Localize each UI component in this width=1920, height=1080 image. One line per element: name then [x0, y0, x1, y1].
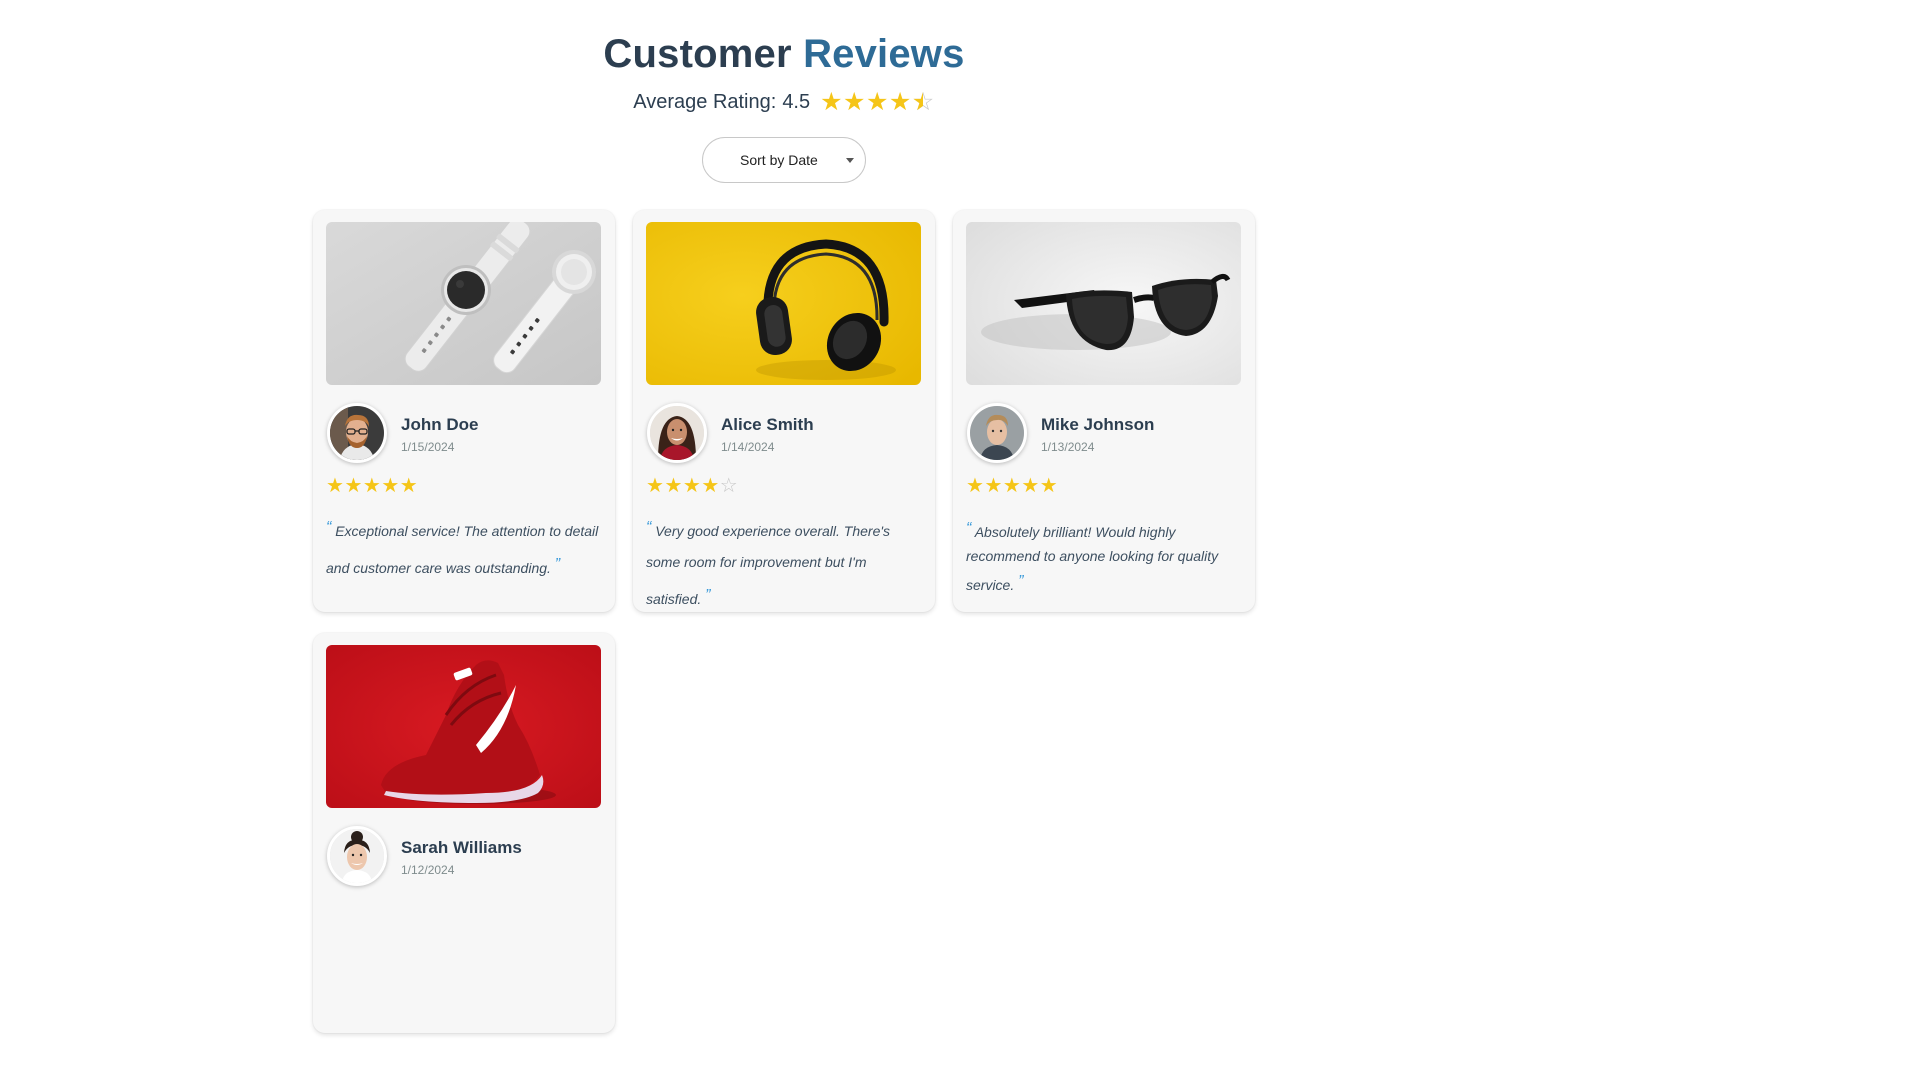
review-date: 1/14/2024 [721, 440, 775, 454]
reviews-page: Customer Reviews Average Rating: 4.5 ★ ★ ★… [0, 0, 1568, 1033]
review-stars: ★ ★ ★ ★ ★ [966, 476, 1058, 496]
close-quote-icon: ” [554, 555, 561, 573]
star-empty-icon: ☆ [719, 475, 738, 497]
review-text: “ Absolutely brilliant! Would highly rec… [966, 515, 1241, 597]
open-quote-icon: “ [646, 519, 652, 536]
review-card: Mike Johnson 1/13/2024 ★ ★ ★ ★ ★ “ Absolutel… [953, 210, 1255, 612]
reviewer-name: Alice Smith [721, 415, 814, 434]
star-filled-icon: ★ [1002, 475, 1021, 497]
avatar [647, 403, 707, 463]
review-date: 1/15/2024 [401, 440, 455, 454]
star-filled-icon: ★ [381, 475, 400, 497]
review-text-body: Very good experience overall. There's so… [646, 523, 891, 607]
star-filled-icon: ★ [843, 88, 866, 116]
star-filled-icon: ★ [399, 475, 418, 497]
star-filled-icon: ★ [646, 475, 664, 497]
review-card: John Doe 1/15/2024 ★ ★ ★ ★ ★ “ Exceptional s… [313, 210, 615, 612]
review-text: “ Very good experience overall. There's … [646, 510, 921, 614]
review-date: 1/13/2024 [1041, 440, 1095, 454]
reviewer-name: Sarah Williams [401, 838, 522, 857]
open-quote-icon: “ [966, 520, 972, 537]
review-stars: ★ ★ ★ ★ ☆ [646, 476, 738, 496]
page-title: Customer Reviews [0, 32, 1568, 77]
sort-select[interactable]: Sort by Date [702, 137, 866, 183]
avatar [967, 403, 1027, 463]
avatar [327, 403, 387, 463]
star-filled-icon: ★ [682, 475, 701, 497]
average-rating: Average Rating: 4.5 ★★★★☆ [0, 88, 1568, 116]
star-filled-icon: ★ [1021, 475, 1040, 497]
average-rating-label: Average Rating: [633, 91, 777, 113]
review-stars: ★ ★ ★ ★ ★ [326, 476, 418, 496]
review-card: Alice Smith 1/14/2024 ★ ★ ★ ★ ☆ “ Very good … [633, 210, 935, 612]
page-title-accent: Reviews [803, 32, 965, 76]
star-filled-icon: ★ [820, 88, 843, 116]
review-text-body: Absolutely brilliant! Would highly recom… [966, 524, 1219, 594]
close-quote-icon: ” [705, 586, 711, 604]
star-filled-icon: ★ [326, 475, 344, 497]
star-filled-icon: ★ [1039, 475, 1058, 497]
star-filled-icon: ★ [664, 475, 683, 497]
close-quote-icon: ” [1018, 573, 1024, 591]
star-filled-icon: ★ [701, 475, 720, 497]
star-filled-icon: ★ [344, 475, 363, 497]
product-image-red-sneaker [326, 645, 601, 808]
review-date: 1/12/2024 [401, 863, 455, 877]
average-rating-value: 4.5 [782, 91, 811, 113]
review-text: “ Exceptional service! The attention to … [326, 510, 601, 584]
average-rating-stars: ★★★★☆ [820, 88, 935, 116]
star-filled-icon: ★ [865, 88, 889, 116]
star-filled-icon: ★ [362, 475, 381, 497]
sort-select-value: Sort by Date [740, 152, 818, 168]
star-filled-icon: ★ [966, 475, 984, 497]
chevron-down-icon [846, 158, 854, 163]
star-filled-icon: ★ [984, 475, 1003, 497]
star-filled-icon: ★ [888, 88, 912, 116]
review-card: Sarah Williams 1/12/2024 [313, 633, 615, 1033]
product-image-headphones [646, 222, 921, 385]
product-image-smartwatch [326, 222, 601, 385]
page-title-main: Customer [603, 32, 792, 76]
product-image-sunglasses [966, 222, 1241, 385]
open-quote-icon: “ [326, 519, 332, 536]
reviewer-name: John Doe [401, 415, 479, 434]
star-half-icon: ☆ [912, 90, 934, 116]
reviewer-name: Mike Johnson [1041, 415, 1155, 434]
avatar [327, 826, 387, 886]
